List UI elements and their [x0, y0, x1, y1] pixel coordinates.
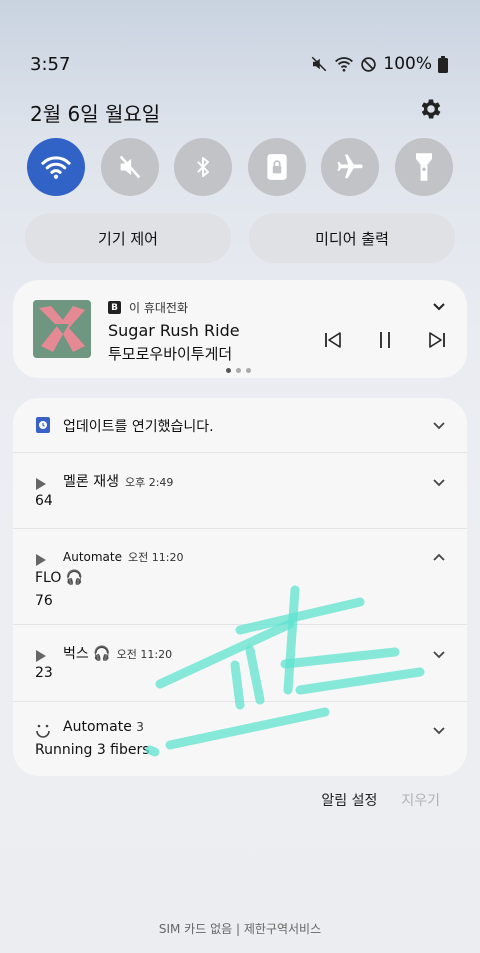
media-source-label: 이 휴대전화: [129, 301, 189, 315]
rotation-lock-toggle[interactable]: [247, 138, 306, 196]
bluetooth-toggle[interactable]: [174, 138, 233, 196]
status-bar: 3:57 100%: [30, 54, 448, 80]
battery-percent: 100%: [383, 54, 432, 74]
chevron-up-icon[interactable]: [431, 549, 447, 569]
automate-header: Automate 오전 11:20: [63, 549, 183, 565]
bluetooth-icon: [197, 157, 210, 177]
notification-app-name: Automate: [63, 550, 122, 564]
notification-update[interactable]: 업데이트를 연기했습니다.: [13, 398, 467, 453]
wifi-icon: [41, 156, 71, 179]
wifi-status-icon: [334, 55, 354, 73]
chevron-down-icon[interactable]: [431, 647, 447, 667]
previous-track-icon[interactable]: [323, 330, 343, 354]
notification-title: FLO 🎧: [35, 570, 84, 586]
notification-app-name: 벅스 🎧: [63, 646, 111, 662]
notification-count: 3: [136, 720, 144, 734]
play-icon: [35, 551, 47, 570]
play-icon: [35, 475, 47, 494]
pill-row: 기기 제어 미디어 출력: [25, 213, 455, 263]
clear-all-button[interactable]: 지우기: [401, 790, 440, 810]
device-control-button[interactable]: 기기 제어: [25, 213, 231, 263]
notification-automate-fibers[interactable]: Automate 3 Running 3 fibers: [13, 702, 467, 776]
notification-melon[interactable]: 멜론 재생 오후 2:49 64: [13, 453, 467, 529]
notification-body: Running 3 fibers: [35, 742, 150, 758]
notification-settings-button[interactable]: 알림 설정: [321, 790, 377, 810]
status-time: 3:57: [30, 54, 71, 75]
bugs-app-icon: B: [108, 301, 121, 314]
date-row: 2월 6일 월요일: [30, 96, 444, 126]
mute-status-icon: [310, 55, 328, 73]
play-icon: [35, 647, 47, 666]
update-text: 업데이트를 연기했습니다.: [63, 419, 214, 435]
notification-actions: 알림 설정 지우기: [321, 790, 440, 810]
airplane-toggle[interactable]: [321, 138, 380, 196]
battery-icon: [438, 55, 448, 73]
notification-automate-flo[interactable]: Automate 오전 11:20 FLO 🎧 76: [13, 529, 467, 625]
notification-body: 76: [35, 593, 53, 609]
bugs-header: 벅스 🎧 오전 11:20: [63, 643, 172, 663]
automate-header: Automate 3: [63, 719, 144, 735]
melon-header: 멜론 재생 오후 2:49: [63, 471, 173, 491]
mute-icon: [119, 155, 140, 179]
quick-settings: [27, 138, 453, 196]
status-icons: 100%: [310, 54, 448, 74]
media-source: B 이 휴대전화: [108, 299, 188, 316]
notification-time: 오전 11:20: [116, 648, 173, 661]
notification-app-name: Automate: [63, 719, 132, 735]
media-controls: [323, 330, 447, 354]
notification-list: 업데이트를 연기했습니다. 멜론 재생 오후 2:49 64 Automate 오전…: [13, 398, 467, 776]
gear-icon[interactable]: [418, 96, 444, 122]
page-dot: [226, 368, 231, 373]
media-player-card[interactable]: B 이 휴대전화 Sugar Rush Ride 투모로우바이투게더: [13, 280, 467, 378]
chevron-down-icon[interactable]: [431, 723, 447, 743]
wifi-toggle[interactable]: [27, 138, 85, 196]
next-track-icon[interactable]: [427, 330, 447, 354]
flashlight-toggle[interactable]: [394, 138, 453, 196]
page-dots: [226, 368, 251, 373]
do-not-disturb-icon: [360, 56, 377, 73]
notification-app-name: 멜론 재생: [63, 474, 119, 490]
pause-icon[interactable]: [377, 330, 393, 354]
flashlight-icon: [414, 151, 432, 181]
notification-time: 오후 2:49: [124, 476, 174, 489]
lock-icon: [267, 154, 287, 180]
notification-body: 23: [35, 665, 53, 681]
album-art: [33, 300, 91, 358]
notification-time: 오전 11:20: [128, 551, 184, 564]
media-output-button[interactable]: 미디어 출력: [249, 213, 455, 263]
smiley-icon: [35, 722, 51, 742]
airplane-icon: [337, 154, 363, 179]
page-dot: [246, 368, 251, 373]
notification-body: 64: [35, 493, 53, 509]
date-label: 2월 6일 월요일: [30, 102, 161, 126]
chevron-down-icon[interactable]: [431, 298, 447, 318]
media-title: Sugar Rush Ride: [108, 321, 240, 340]
chevron-down-icon[interactable]: [431, 475, 447, 495]
update-clock-icon: [35, 416, 51, 438]
page-dot: [236, 368, 241, 373]
chevron-down-icon[interactable]: [431, 418, 447, 438]
carrier-footer: SIM 카드 없음 | 제한구역서비스: [158, 922, 322, 936]
media-artist: 투모로우바이투게더: [108, 345, 233, 363]
notification-bugs[interactable]: 벅스 🎧 오전 11:20 23: [13, 625, 467, 702]
sound-toggle[interactable]: [100, 138, 159, 196]
